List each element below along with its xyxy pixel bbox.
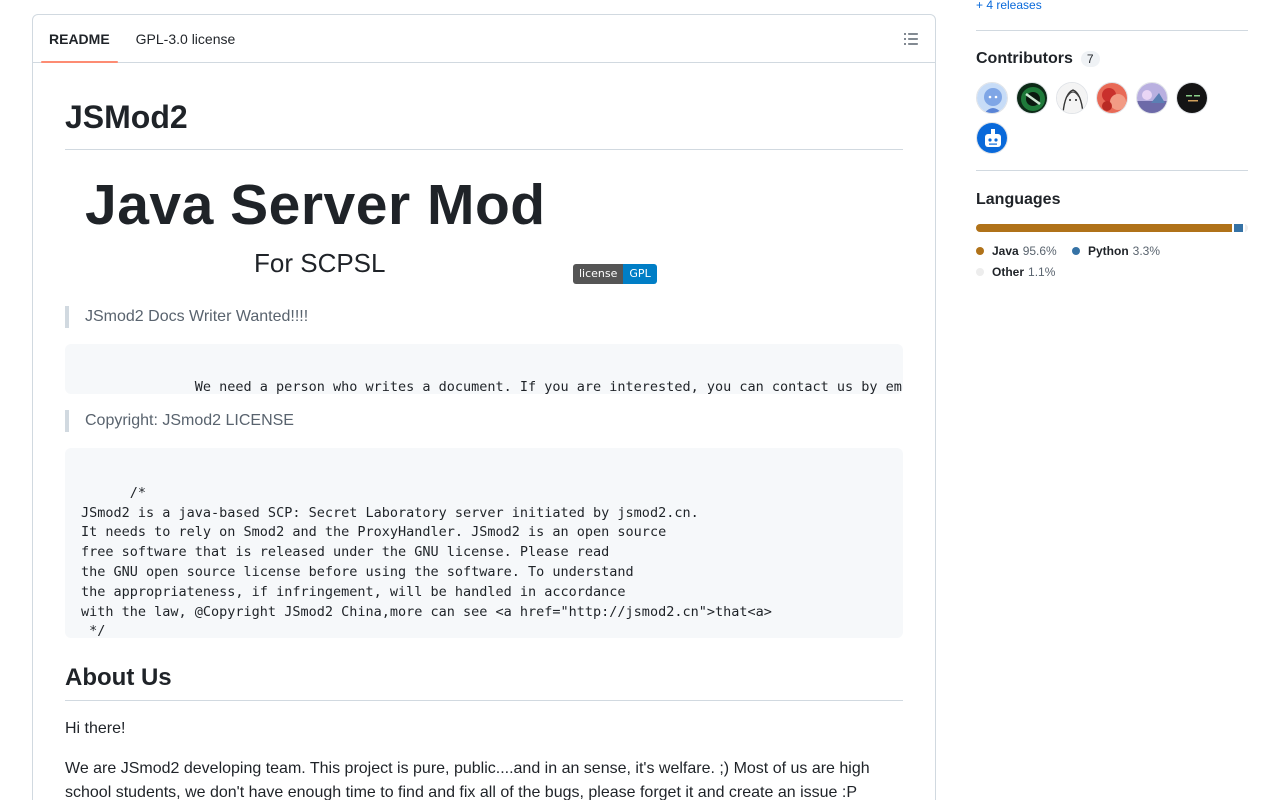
copyright-quote: Copyright: JSmod2 LICENSE — [65, 410, 903, 432]
languages-bar — [976, 224, 1248, 232]
readme-tab-bar: README GPL-3.0 license — [33, 15, 935, 63]
code-block-license-text: /* JSmod2 is a java-based SCP: Secret La… — [81, 484, 772, 638]
contributor-avatar-6[interactable] — [1176, 82, 1208, 114]
sidebar-divider — [976, 30, 1248, 31]
language-item-java[interactable]: Java 95.6% — [976, 244, 1057, 258]
list-unordered-icon[interactable] — [903, 31, 919, 47]
tab-license[interactable]: GPL-3.0 license — [128, 15, 244, 62]
language-name-other: Other — [992, 265, 1025, 279]
license-badge[interactable]: license GPL — [573, 264, 657, 284]
copy-icon[interactable] — [871, 462, 887, 478]
language-name-python: Python — [1088, 244, 1129, 258]
contributor-avatar-1[interactable] — [976, 82, 1008, 114]
languages-heading: Languages — [976, 191, 1060, 209]
docs-writer-quote: JSmod2 Docs Writer Wanted!!!! — [65, 306, 903, 328]
license-badge-value: GPL — [623, 264, 657, 284]
about-greeting: Hi there! — [65, 720, 126, 737]
license-badge-label: license — [573, 264, 624, 284]
language-dot-python — [1072, 247, 1080, 255]
language-bar-other — [1245, 224, 1248, 232]
hero-title: Java Server Mod — [85, 173, 546, 237]
contributor-avatar-4[interactable] — [1096, 82, 1128, 114]
language-percent-java: 95.6% — [1022, 244, 1057, 258]
contributor-avatar-7[interactable] — [976, 122, 1008, 154]
contributors-heading-label: Contributors — [976, 50, 1073, 67]
contributors-count: 7 — [1080, 51, 1100, 67]
language-bar-java — [976, 224, 1233, 232]
language-bar-python — [1234, 224, 1244, 232]
code-block-contact-text: We need a person who writes a document. … — [194, 379, 902, 394]
language-percent-other: 1.1% — [1028, 265, 1056, 279]
tab-license-label: GPL-3.0 license — [135, 30, 236, 47]
languages-heading-label: Languages — [976, 191, 1061, 208]
language-item-other[interactable]: Other 1.1% — [976, 265, 1055, 279]
contributor-avatar-5[interactable] — [1136, 82, 1168, 114]
readme-title: JSMod2 — [65, 63, 903, 150]
language-percent-python: 3.3% — [1132, 244, 1161, 258]
code-block-contact: We need a person who writes a document. … — [65, 344, 903, 394]
language-item-python[interactable]: Python 3.3% — [1072, 244, 1160, 258]
language-name-java: Java — [992, 244, 1019, 258]
tab-readme[interactable]: README — [41, 15, 118, 63]
sidebar-divider — [976, 170, 1248, 171]
language-dot-other — [976, 268, 984, 276]
tab-readme-label: README — [49, 30, 110, 47]
contributor-avatar-3[interactable] — [1056, 82, 1088, 114]
contributors-heading[interactable]: Contributors 7 — [976, 50, 1100, 68]
about-heading: About Us — [65, 664, 903, 701]
hero-banner: Java Server Mod For SCPSL license GPL — [65, 150, 903, 304]
language-dot-java — [976, 247, 984, 255]
copy-icon[interactable] — [871, 358, 887, 374]
readme-panel: README GPL-3.0 license JSMod2 Java Serve… — [32, 14, 936, 800]
contributor-avatar-2[interactable] — [1016, 82, 1048, 114]
about-description: We are JSmod2 developing team. This proj… — [65, 760, 870, 800]
code-block-license: /* JSmod2 is a java-based SCP: Secret La… — [65, 448, 903, 638]
releases-link[interactable]: + 4 releases — [976, 0, 1042, 12]
hero-subtitle: For SCPSL — [254, 248, 386, 278]
readme-content: JSMod2 Java Server Mod For SCPSL license… — [33, 63, 935, 800]
